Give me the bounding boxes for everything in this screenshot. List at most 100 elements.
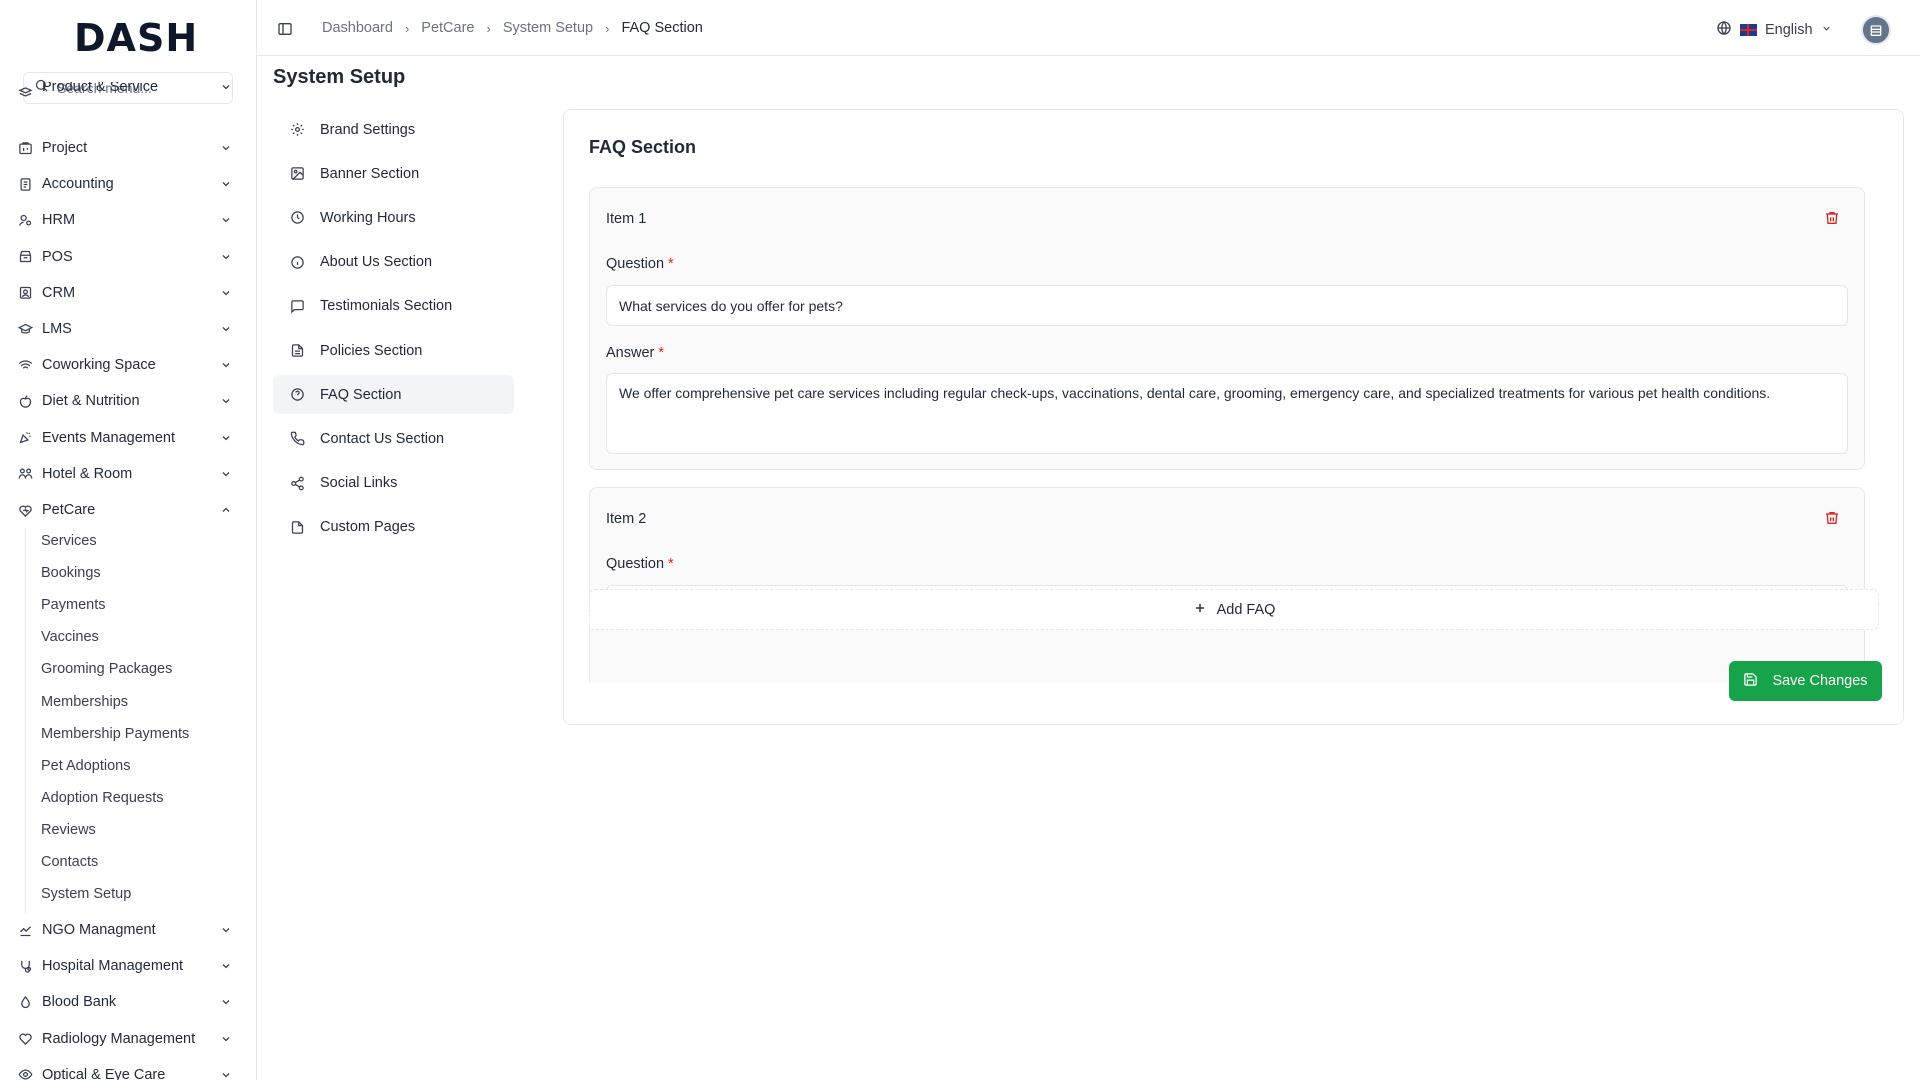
- sidebar-item-label: Accounting: [42, 176, 114, 193]
- chevron-down-icon: [218, 249, 234, 265]
- subnav-social-links[interactable]: Social Links: [273, 464, 514, 503]
- sidebar-subitem-grooming-packages[interactable]: Grooming Packages: [41, 658, 172, 680]
- sidebar-item-label: Product & Service: [42, 82, 159, 95]
- submenu-divider: [25, 528, 26, 914]
- sidebar-item-label: Blood Bank: [42, 994, 117, 1011]
- save-changes-button[interactable]: Save Changes: [1729, 661, 1882, 701]
- sidebar-item-project[interactable]: Project: [12, 133, 234, 163]
- question-input[interactable]: [606, 285, 1848, 326]
- events-icon: [16, 429, 34, 447]
- subnav-banner-section[interactable]: Banner Section: [273, 154, 514, 193]
- sidebar-subitem-vaccines[interactable]: Vaccines: [41, 626, 99, 648]
- chevron-down-icon: [218, 1067, 234, 1080]
- answer-textarea[interactable]: We offer comprehensive pet care services…: [606, 373, 1848, 454]
- sidebar-item-label: NGO Managment: [42, 922, 156, 938]
- subnav-brand-settings[interactable]: Brand Settings: [273, 110, 514, 149]
- sidebar-item-optical-eye-care[interactable]: Optical & Eye Care: [12, 1060, 234, 1080]
- sidebar-item-lms[interactable]: LMS: [12, 314, 234, 344]
- chevron-right-icon: ›: [605, 20, 610, 36]
- sidebar-subitem-services[interactable]: Services: [41, 530, 97, 552]
- subnav-contact-us-section[interactable]: Contact Us Section: [273, 419, 514, 458]
- breadcrumb-system-setup[interactable]: System Setup: [503, 20, 593, 36]
- globe-icon: [1716, 20, 1732, 40]
- chevron-down-icon: [218, 994, 234, 1010]
- breadcrumb: Dashboard › PetCare › System Setup › FAQ…: [322, 20, 703, 36]
- chevron-right-icon: ›: [486, 20, 491, 36]
- question-label: Question *: [606, 256, 674, 272]
- sidebar-item-label: Events Management: [42, 429, 175, 446]
- sidebar-item-label: LMS: [42, 321, 72, 337]
- sidebar-item-diet-nutrition[interactable]: Diet & Nutrition: [12, 386, 234, 416]
- page-title: System Setup: [273, 66, 406, 88]
- sidebar-item-blood-bank[interactable]: Blood Bank: [12, 987, 234, 1017]
- sidebar-item-label: Hotel & Room: [42, 465, 133, 482]
- breadcrumb-dashboard[interactable]: Dashboard: [322, 20, 393, 36]
- sidebar-item-pos[interactable]: POS: [12, 242, 234, 272]
- sidebar-subitem-contacts[interactable]: Contacts: [41, 851, 98, 873]
- faq-item-label: Item 2: [606, 511, 647, 527]
- share-icon: [289, 475, 305, 491]
- language-selector[interactable]: English: [1716, 20, 1832, 40]
- subnav-label: Banner Section: [320, 165, 420, 182]
- sidebar-subitem-adoption-requests[interactable]: Adoption Requests: [41, 787, 164, 809]
- faq-item: Item 1 Question* Answer* We offer compre…: [589, 187, 1865, 470]
- chevron-up-icon: [218, 502, 234, 518]
- subnav-label: Working Hours: [320, 209, 416, 226]
- subnav-about-us-section[interactable]: About Us Section: [273, 243, 514, 282]
- subnav-policies-section[interactable]: Policies Section: [273, 331, 514, 370]
- clock-icon: [289, 210, 305, 226]
- trash-icon[interactable]: [1824, 210, 1840, 226]
- breadcrumb-petcare[interactable]: PetCare: [421, 20, 474, 36]
- sidebar-subitem-membership-payments[interactable]: Membership Payments: [41, 723, 189, 745]
- sidebar-item-coworking-space[interactable]: Coworking Space: [12, 350, 234, 380]
- sidebar-item-events-management[interactable]: Events Management: [12, 423, 234, 453]
- radiology-icon: [16, 1030, 34, 1048]
- logo[interactable]: DASH: [74, 16, 198, 60]
- chevron-right-icon: ›: [404, 20, 410, 36]
- answer-label-text: Answer: [606, 345, 655, 361]
- plus-icon: [1193, 601, 1207, 619]
- sidebar-subitem-system-setup[interactable]: System Setup: [41, 883, 131, 905]
- subnav-label: Social Links: [320, 475, 398, 492]
- sidebar-subitem-bookings[interactable]: Bookings: [41, 562, 101, 584]
- required-mark: *: [668, 556, 674, 572]
- sidebar-item-petcare[interactable]: PetCare: [12, 495, 234, 525]
- subnav-label: Brand Settings: [320, 121, 416, 138]
- sidebar-item-radiology-management[interactable]: Radiology Management: [12, 1024, 234, 1054]
- subnav-working-hours[interactable]: Working Hours: [273, 198, 514, 237]
- chevron-down-icon: [218, 357, 234, 373]
- chevron-down-icon: [218, 1031, 234, 1047]
- uk-flag-icon: [1740, 24, 1757, 36]
- sidebar-item-hotel-room[interactable]: Hotel & Room: [12, 459, 234, 489]
- save-changes-label: Save Changes: [1772, 673, 1868, 689]
- subnav-custom-pages[interactable]: Custom Pages: [273, 508, 514, 547]
- sidebar-subitem-memberships[interactable]: Memberships: [41, 691, 128, 713]
- sidebar-item-ngo-managment[interactable]: NGO Managment: [12, 915, 234, 945]
- pos-icon: [16, 248, 34, 266]
- sidebar-item-label: Project: [42, 140, 88, 156]
- subnav-faq-section[interactable]: FAQ Section: [273, 375, 514, 415]
- subnav-label: About Us Section: [320, 254, 433, 271]
- sidebar-subitem-reviews[interactable]: Reviews: [41, 819, 96, 841]
- subnav-testimonials-section[interactable]: Testimonials Section: [273, 287, 514, 326]
- chevron-down-icon: [218, 82, 234, 95]
- sidebar-item-hospital-management[interactable]: Hospital Management: [12, 951, 234, 981]
- faq-item-label: Item 1: [606, 211, 647, 227]
- diet-icon: [16, 392, 34, 410]
- required-mark: *: [658, 345, 665, 361]
- chevron-down-icon: [1821, 22, 1832, 38]
- add-faq-button[interactable]: Add FAQ: [589, 589, 1879, 630]
- sidebar-item-crm[interactable]: CRM: [12, 278, 234, 308]
- question-label: Question *: [606, 556, 674, 572]
- sidebar-subitem-payments[interactable]: Payments: [41, 594, 105, 616]
- sidebar-toggle-icon[interactable]: [277, 21, 293, 37]
- gear-icon: [289, 122, 305, 138]
- sidebar-item-accounting[interactable]: Accounting: [12, 169, 234, 199]
- sidebar-item-product-service[interactable]: Product & Service: [12, 82, 234, 104]
- info-icon: [289, 254, 305, 270]
- avatar[interactable]: [1861, 15, 1891, 45]
- sidebar-item-hrm[interactable]: HRM: [12, 205, 234, 235]
- sidebar-subitem-pet-adoptions[interactable]: Pet Adoptions: [41, 755, 131, 777]
- lms-icon: [16, 320, 34, 338]
- trash-icon[interactable]: [1824, 510, 1840, 526]
